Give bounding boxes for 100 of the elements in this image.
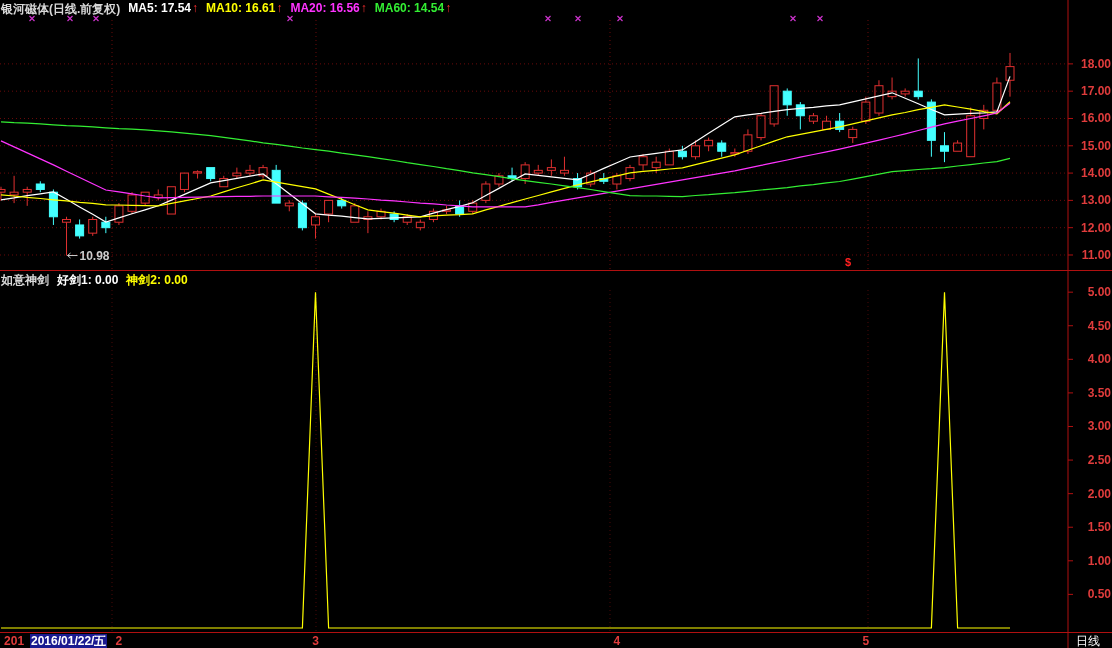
candlestick [638, 153, 648, 171]
price-axis-label: 14.00 [1080, 166, 1111, 181]
candlestick [586, 169, 596, 188]
indicator-axis-label: 3.00 [1087, 419, 1111, 434]
moving-average-value: MA60: 14.54 [374, 1, 445, 17]
candlestick [48, 188, 58, 226]
price-axis-label: 11.00 [1081, 248, 1111, 262]
indicator-axis-label: 4.50 [1087, 318, 1111, 333]
cross-marker-icon [616, 15, 624, 22]
indicator-value: 神剑2: 0.00 [126, 272, 188, 289]
candlestick [271, 164, 281, 204]
candlestick [926, 98, 936, 158]
candlestick [297, 199, 307, 231]
candlestick [127, 191, 137, 215]
candlestick [992, 77, 1002, 114]
candlestick [835, 112, 845, 133]
candlestick [743, 128, 753, 155]
candlestick [22, 186, 32, 207]
candlestick [651, 156, 661, 174]
date-axis-label: 4 [613, 634, 621, 648]
candlestick [219, 175, 229, 188]
price-axis-label: 13.00 [1080, 193, 1111, 208]
low-price-label: 10.98 [79, 248, 110, 263]
cross-marker-icon [66, 15, 74, 22]
candlestick [206, 167, 216, 182]
indicator-axis-label: 0.50 [1087, 587, 1111, 602]
period-label: 日线 [1076, 634, 1100, 648]
candlestick [350, 202, 360, 223]
cursor-date-label: 2016/01/22/五 [30, 634, 108, 648]
candlestick [468, 199, 478, 215]
candlestick [442, 205, 452, 215]
candlestick [795, 101, 805, 130]
price-axis-label: 16.00 [1080, 111, 1111, 126]
indicator-axis-label: 2.00 [1087, 486, 1111, 501]
price-axis-label: 18.00 [1080, 56, 1111, 71]
candlestick [232, 167, 242, 180]
candlestick [284, 199, 294, 212]
candlestick [363, 210, 373, 234]
price-axis-label: 17.00 [1080, 84, 1111, 99]
candlestick [0, 186, 6, 201]
candlestick [258, 164, 268, 180]
candlestick [35, 180, 45, 193]
cross-marker-icon [92, 15, 100, 22]
candlestick [822, 115, 832, 130]
candlestick [966, 107, 976, 158]
candlestick [193, 169, 203, 180]
candlestick [782, 87, 792, 117]
candlestick [625, 164, 635, 182]
candlestick [691, 139, 700, 160]
indicator-axis-label: 2.50 [1087, 453, 1111, 468]
up-arrow: ↑ [445, 1, 452, 17]
indicator-axis-label: 1.00 [1087, 553, 1111, 568]
stock-title: 银河磁体(日线.前复权) [1, 1, 121, 18]
cross-marker-icon [544, 15, 552, 22]
date-axis-label: 2 [115, 634, 123, 648]
candlestick [808, 112, 818, 125]
candlestick [874, 79, 884, 117]
candlestick [546, 158, 556, 177]
candlestick [573, 172, 583, 190]
cross-marker-icon [28, 15, 36, 22]
candlestick [166, 186, 176, 215]
candlestick [415, 219, 425, 231]
candlestick [717, 139, 727, 158]
candlestick [730, 148, 740, 158]
candlestick [612, 172, 622, 190]
candlestick [520, 161, 530, 185]
candlestick [953, 139, 963, 152]
candlestick [887, 77, 897, 100]
candlestick [1005, 52, 1015, 98]
up-arrow: ↑ [360, 1, 367, 17]
candlestick [88, 216, 98, 237]
candlestick [402, 213, 412, 226]
candlestick [324, 199, 334, 223]
candlestick [75, 219, 85, 240]
date-axis-label: 3 [312, 634, 319, 648]
price-axis-label: 12.00 [1080, 220, 1111, 235]
date-axis-label: 5 [862, 634, 870, 648]
candlestick [664, 148, 674, 166]
up-arrow: ↑ [276, 1, 283, 17]
candlestick [114, 202, 124, 226]
date-axis-label: 201 [4, 634, 25, 648]
candlestick [704, 137, 714, 152]
candlestick [455, 199, 465, 218]
candlestick [311, 213, 320, 240]
candlestick [979, 104, 989, 130]
candlestick [140, 191, 150, 207]
candlestick [533, 164, 543, 177]
moving-average-value: MA10: 16.61 [206, 1, 276, 17]
arrow-icon [67, 252, 78, 259]
cross-marker-icon [816, 15, 824, 22]
candlestick [599, 172, 609, 185]
candlestick [62, 216, 71, 257]
candlestick [153, 188, 163, 201]
candlestick [179, 172, 189, 193]
candlestick [101, 216, 111, 234]
candlestick [861, 96, 871, 125]
indicator-value: 好剑1: 0.00 [57, 272, 119, 289]
candlestick [9, 175, 19, 204]
candlestick [389, 210, 399, 223]
candlestick [913, 57, 923, 100]
